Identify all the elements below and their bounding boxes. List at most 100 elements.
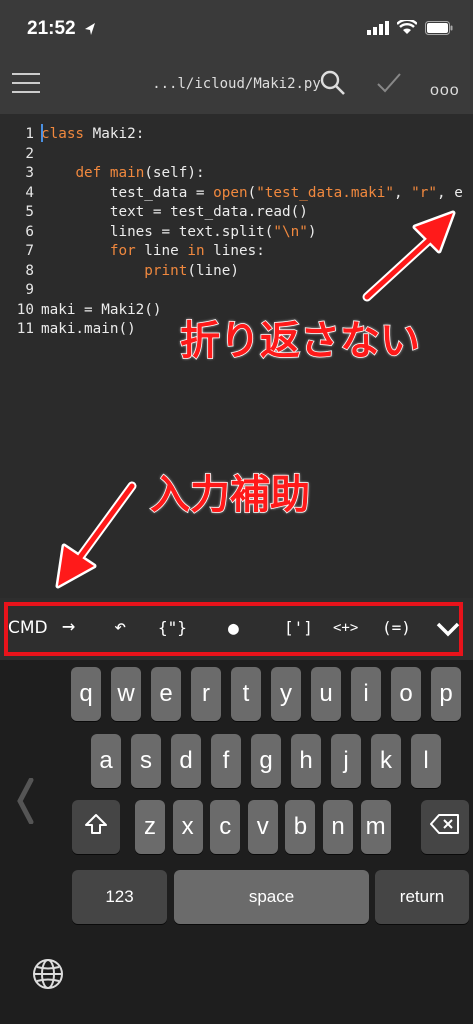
backspace-icon — [430, 813, 460, 842]
line-number: 4 — [25, 184, 34, 201]
code-text: maki.main() — [41, 321, 136, 337]
code-text: lines = text.split("\n") — [41, 223, 317, 240]
chevron-down-icon[interactable] — [436, 620, 460, 643]
code-line: 7 for line in lines: — [0, 243, 264, 263]
paren-key[interactable]: (=) — [382, 618, 411, 637]
key-s[interactable]: s — [131, 734, 161, 788]
line-number: 1 — [25, 126, 34, 142]
space-key[interactable]: space — [174, 870, 369, 924]
line-number: 5 — [25, 204, 34, 220]
key-m[interactable]: m — [360, 800, 391, 854]
key-n[interactable]: n — [323, 800, 353, 854]
code-token: (self): — [144, 165, 205, 181]
editor-nav-bar: ...l/icloud/Maki2.py ooo — [0, 58, 473, 114]
key-p[interactable]: p — [431, 667, 461, 721]
code-line: 6 lines = text.split("\n") — [0, 224, 316, 244]
line-number: 9 — [25, 282, 34, 298]
shift-icon — [84, 813, 108, 842]
code-token: open — [213, 184, 248, 201]
key-o[interactable]: o — [391, 667, 421, 721]
code-token: class — [41, 126, 85, 142]
annotation-arrow-nowrap — [362, 210, 456, 302]
code-token: lines = text.split( — [41, 223, 274, 240]
key-h[interactable]: h — [291, 734, 321, 788]
key-w[interactable]: w — [111, 667, 141, 721]
key-b[interactable]: b — [285, 800, 316, 854]
key-q[interactable]: q — [71, 667, 101, 721]
code-text: test_data = open("test_data.maki", "r", … — [41, 185, 463, 201]
line-number: 2 — [25, 145, 34, 162]
return-key[interactable]: return — [375, 870, 469, 924]
status-time: 21:52 — [27, 18, 76, 39]
key-t[interactable]: t — [231, 667, 261, 721]
file-path-title: ...l/icloud/Maki2.py — [152, 76, 321, 92]
annotation-input-assist: 入力補助 — [149, 471, 311, 519]
code-token: line — [135, 243, 188, 259]
code-token: def — [75, 165, 102, 181]
code-token: maki = Maki2() — [41, 301, 162, 318]
cmd-key[interactable]: CMD — [8, 618, 48, 638]
line-number: 3 — [25, 165, 34, 181]
line-number: 7 — [25, 243, 34, 259]
code-text: print(line) — [41, 263, 239, 279]
globe-icon[interactable] — [32, 958, 64, 995]
delete-key[interactable] — [421, 800, 469, 854]
key-y[interactable]: y — [271, 667, 301, 721]
key-d[interactable]: d — [171, 734, 201, 788]
code-line: 8 print(line) — [0, 262, 239, 283]
code-line: 1 class Maki2: — [0, 126, 144, 146]
key-v[interactable]: v — [247, 800, 278, 854]
angle-key[interactable]: <+> — [333, 620, 358, 636]
key-i[interactable]: i — [351, 667, 381, 721]
code-line: 3 def main(self): — [0, 165, 204, 185]
text-caret — [41, 124, 43, 142]
search-icon[interactable] — [320, 70, 346, 101]
braces-key[interactable]: {"} — [158, 618, 187, 637]
code-token: , e — [436, 184, 463, 201]
code-token: for — [109, 243, 136, 259]
key-j[interactable]: j — [331, 734, 361, 788]
code-line: 5 text = test_data.read() — [0, 204, 307, 224]
status-bar: 21:52 — [0, 0, 473, 58]
code-token: maki.main() — [41, 321, 136, 337]
key-u[interactable]: u — [311, 667, 341, 721]
checkmark-icon[interactable] — [376, 72, 402, 99]
tab-arrow-key[interactable]: → — [62, 614, 75, 639]
key-a[interactable]: a — [91, 734, 121, 788]
key-e[interactable]: e — [151, 667, 181, 721]
key-x[interactable]: x — [172, 800, 203, 854]
chevron-left-icon[interactable] — [16, 777, 34, 829]
code-line: 9 — [0, 282, 34, 302]
line-number: 8 — [25, 262, 34, 279]
location-icon — [84, 22, 96, 41]
undo-key[interactable]: ↶ — [114, 614, 126, 638]
numbers-key[interactable]: 123 — [72, 870, 167, 924]
more-options-button[interactable]: ooo — [430, 82, 460, 100]
key-k[interactable]: k — [371, 734, 401, 788]
line-number: 10 — [16, 301, 34, 318]
annotation-nowrap: 折り返さない — [179, 317, 421, 365]
annotation-arrow-input-assist — [55, 481, 137, 589]
code-line: 4 test_data = open("test_data.maki", "r"… — [0, 184, 462, 205]
quote-brackets-key[interactable]: ['] — [284, 618, 313, 637]
code-token: test_data = — [41, 184, 214, 201]
key-g[interactable]: g — [251, 734, 281, 788]
shift-key[interactable] — [72, 800, 120, 854]
key-r[interactable]: r — [191, 667, 221, 721]
code-text: for line in lines: — [41, 243, 265, 259]
code-token: "\n" — [273, 223, 308, 240]
code-token: print — [144, 262, 188, 279]
code-token: ) — [307, 223, 317, 240]
key-c[interactable]: c — [210, 800, 241, 854]
code-token: , — [393, 184, 412, 201]
line-number: 11 — [16, 321, 34, 337]
key-l[interactable]: l — [411, 734, 441, 788]
key-f[interactable]: f — [211, 734, 241, 788]
dot-key[interactable]: ● — [228, 618, 239, 639]
code-line: 10 maki = Maki2() — [0, 301, 162, 322]
code-token: Maki2: — [84, 126, 145, 142]
key-z[interactable]: z — [135, 800, 165, 854]
